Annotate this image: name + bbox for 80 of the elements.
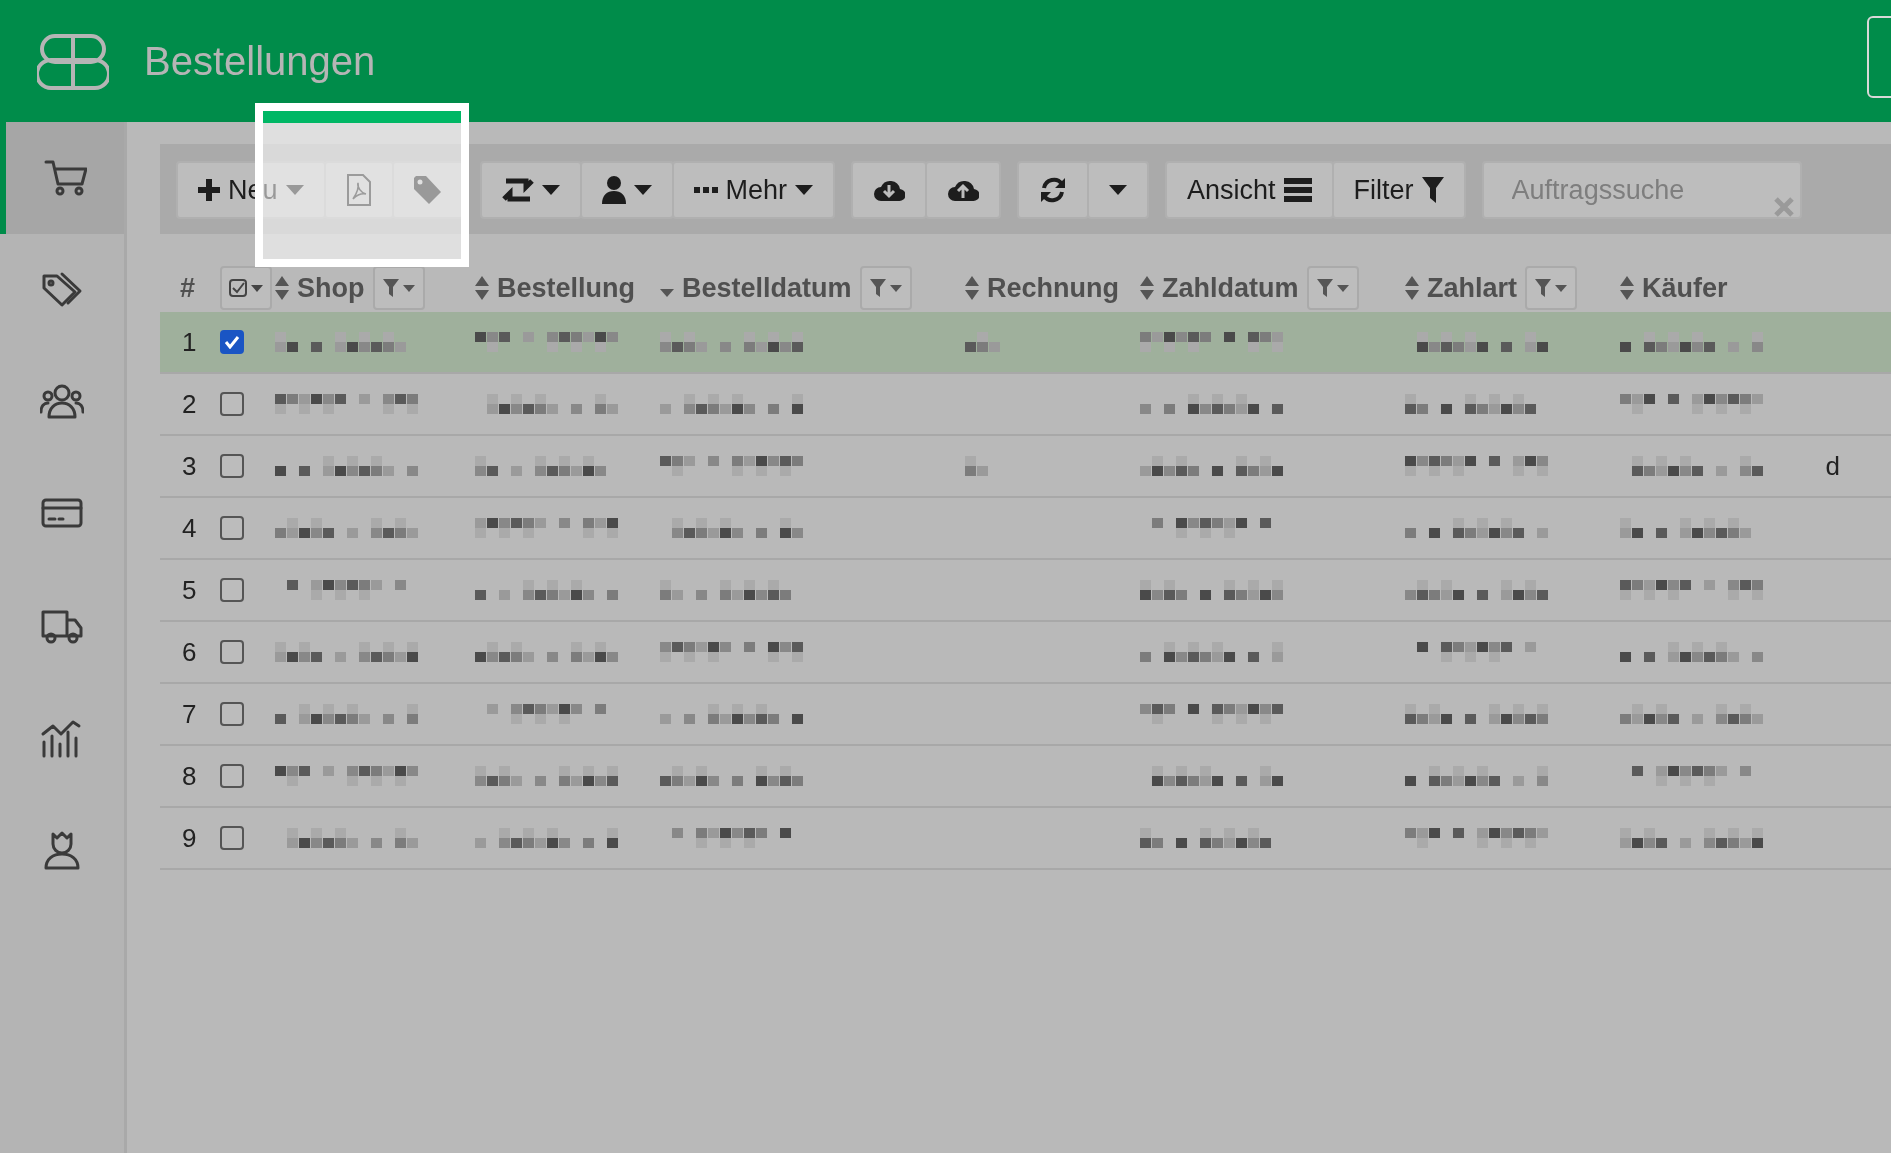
row-checkbox[interactable] [220,764,244,788]
sidebar-item[interactable] [0,122,124,234]
caret-icon [285,185,304,195]
table-row[interactable]: 9 [160,808,1891,870]
logo-icon [37,32,109,90]
column-filter-button[interactable] [372,266,425,310]
filter-icon [1535,279,1552,297]
table-row[interactable]: 3 d [160,436,1891,498]
filter-icon [869,279,886,297]
row-checkbox[interactable] [220,640,244,664]
row-number: 1 [182,325,197,359]
table-row[interactable]: 4 [160,498,1891,560]
search-field[interactable]: Auftragssuche [1481,161,1802,219]
sort-column-header[interactable]: Bestelldatum [682,267,852,309]
select-menu-button[interactable] [220,266,272,310]
column-filter-button[interactable] [859,266,912,310]
row-number: 8 [182,759,197,793]
sort-column-header[interactable]: Bestellung [497,267,636,309]
table-row[interactable]: 8 [160,746,1891,808]
row-number: 2 [182,387,197,421]
caret-icon [1555,284,1568,292]
toolbar-button[interactable] [851,161,928,219]
row-checkbox[interactable] [220,454,244,478]
table-row[interactable]: 2 [160,374,1891,436]
column-filter-button[interactable] [1525,266,1578,310]
page-title: Bestellungen [144,38,376,85]
toolbar-button[interactable] [579,161,674,219]
filter-icon [1316,279,1333,297]
check-icon [224,335,240,349]
row-number: 6 [182,635,197,669]
checkbox-icon [229,279,247,297]
refresh-icon [1039,176,1068,204]
toolbar-button[interactable] [1017,161,1090,219]
row-checkbox[interactable] [220,392,244,416]
row-number: 3 [182,449,197,483]
toolbar-button[interactable] [925,161,1002,219]
table-row[interactable]: 6 [160,622,1891,684]
filter-icon [382,279,399,297]
row-number: 9 [182,821,197,855]
caret-icon [889,284,902,292]
row-number: 7 [182,697,197,731]
toolbar-button[interactable]: Ansicht [1165,161,1334,219]
sort-column-header[interactable]: Shop [297,267,365,309]
toolbar-button[interactable]: Filter [1331,161,1466,219]
sort-column-header[interactable]: Zahlart [1427,267,1518,309]
cell-text: d [1825,449,1840,483]
toolbar-button[interactable]: Mehr [671,161,836,219]
column-header: # [180,271,196,305]
filter-icon [1421,177,1444,203]
row-number: 5 [182,573,197,607]
caret-icon [1336,284,1349,292]
repeat-icon [501,177,534,203]
row-checkbox[interactable] [220,330,244,354]
row-checkbox[interactable] [220,578,244,602]
caret-icon [1109,185,1128,195]
header-button[interactable] [1867,16,1891,98]
sort-column-header[interactable]: Käufer [1642,267,1728,309]
row-number: 4 [182,511,197,545]
toolbar-button[interactable] [479,161,582,219]
caret-icon [251,284,263,292]
table-row[interactable]: 5 [160,560,1891,622]
pdf-icon [345,174,372,206]
caret-icon [633,185,652,195]
sort-column-header[interactable]: Rechnung [987,267,1119,309]
plus-icon [198,179,220,201]
sort-column-header[interactable]: Zahldatum [1162,267,1299,309]
ellipsis-icon [693,186,718,194]
list-icon [1283,178,1312,202]
table-row[interactable]: 7 [160,684,1891,746]
caret-icon [541,185,560,195]
user-icon [601,176,626,204]
row-checkbox[interactable] [220,516,244,540]
caret-icon [795,185,814,195]
row-checkbox[interactable] [220,826,244,850]
column-filter-button[interactable] [1306,266,1359,310]
row-checkbox[interactable] [220,702,244,726]
tag-icon [413,176,442,204]
toolbar-button[interactable] [1087,161,1150,219]
table-row[interactable]: 1 [160,312,1891,374]
caret-icon [402,284,415,292]
